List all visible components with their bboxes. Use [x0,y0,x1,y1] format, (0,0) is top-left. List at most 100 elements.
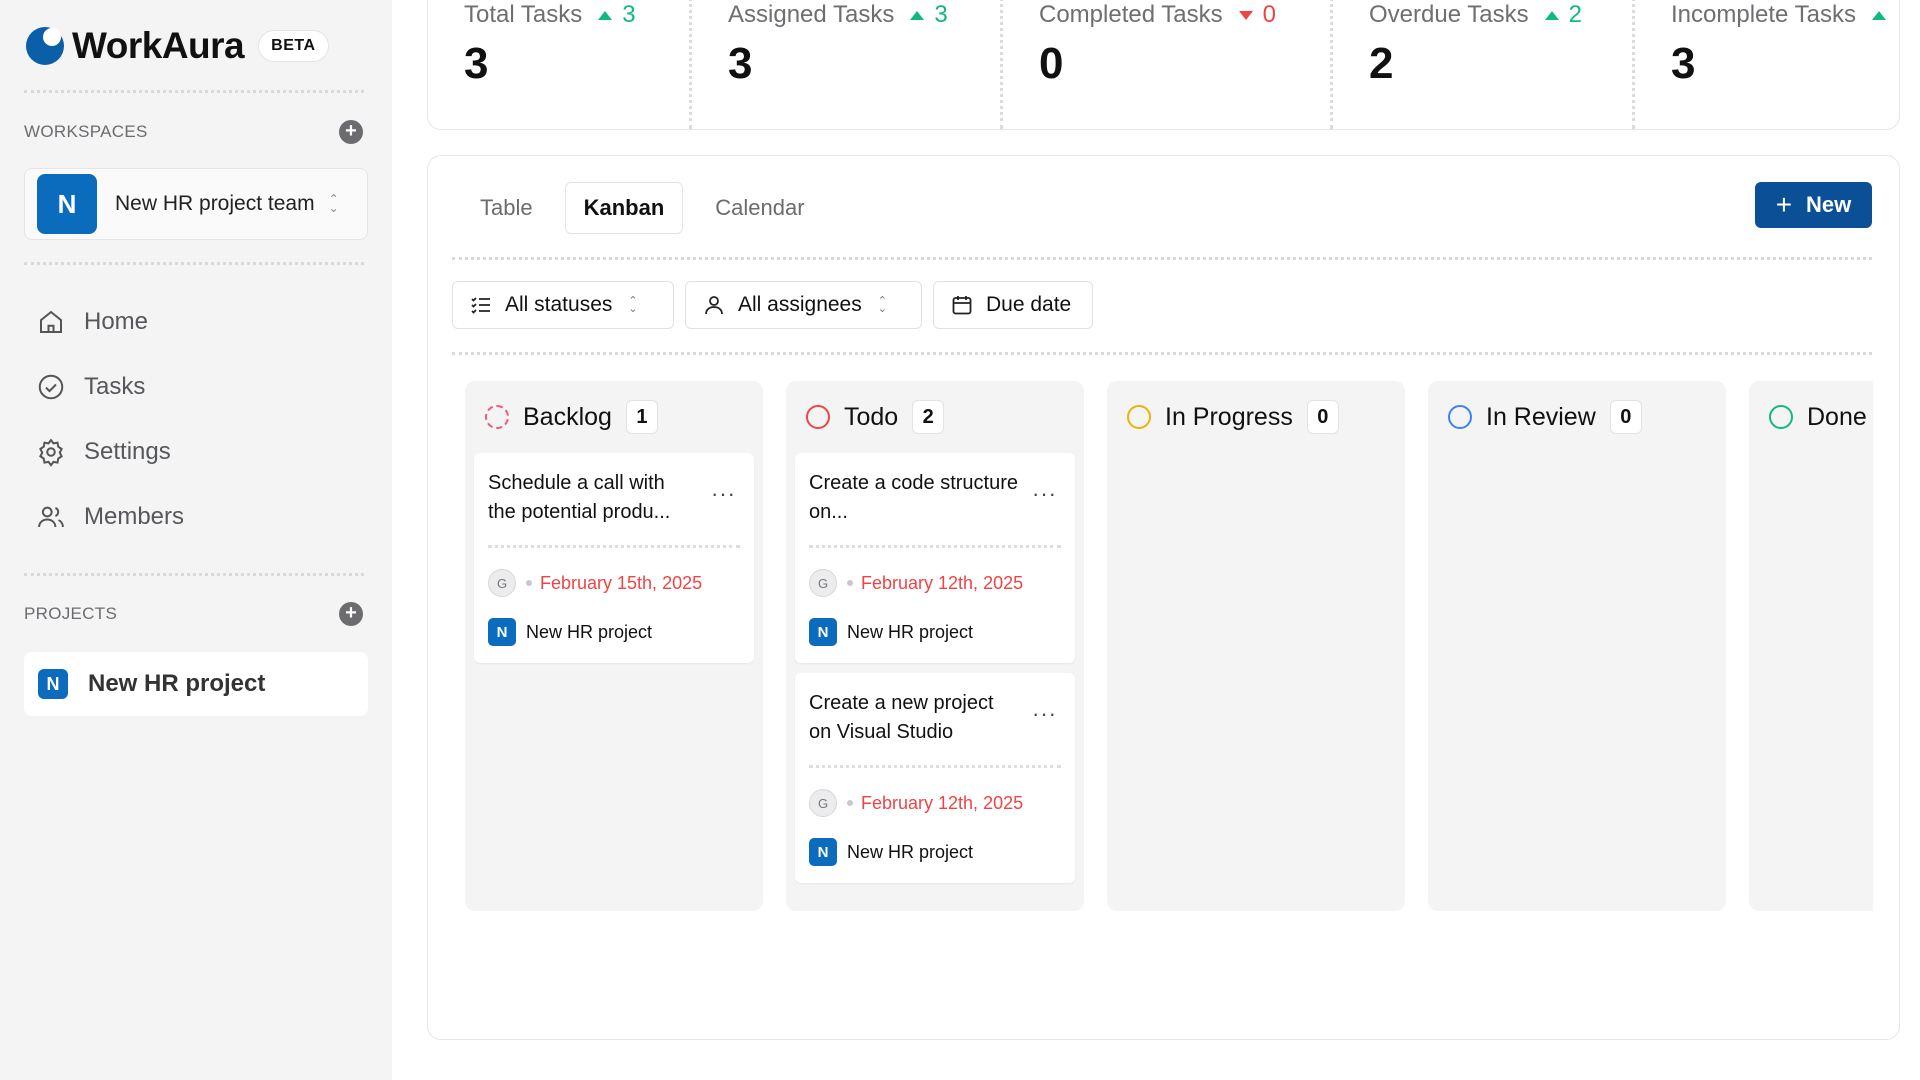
column-title: In Review [1486,402,1596,431]
sidebar-item-home[interactable]: Home [36,300,148,344]
more-options-icon[interactable]: ··· [1032,701,1057,727]
check-circle-icon [38,374,64,400]
column-title: In Progress [1165,402,1293,431]
analytics-stats: Total Tasks 3 3 Assigned Tasks 3 3 Compl… [427,0,1900,130]
workspace-switcher[interactable]: N New HR project team ⌃ ⌄ [24,168,368,240]
add-workspace-icon[interactable]: + [339,120,363,144]
due-date: February 12th, 2025 [861,572,1024,593]
workspaces-label: WORKSPACES [24,122,148,141]
workspace-avatar: N [37,174,97,234]
task-card[interactable]: Schedule a call with the potential produ… [474,453,754,663]
task-card[interactable]: Create a new project on Visual Studio ··… [795,673,1075,883]
column-count: 0 [1609,400,1642,434]
add-project-icon[interactable]: + [339,602,363,626]
tab-calendar[interactable]: Calendar [697,183,822,233]
column-title: Todo [844,402,899,431]
sidebar-item-tasks[interactable]: Tasks [36,365,145,409]
stat-label: Total Tasks [464,1,583,28]
app-root: WorkAura BETA WORKSPACES + N New HR proj… [0,0,1920,1080]
stat-value: 2 [1369,39,1394,88]
divider [24,262,364,265]
project-name: New HR project [847,621,974,642]
sidebar-item-label: Settings [84,438,171,465]
stat-assigned-tasks: Assigned Tasks 3 3 [689,0,1000,129]
stat-label: Assigned Tasks [728,1,895,28]
status-filter[interactable]: All statuses ⌃ ⌄ [452,281,674,329]
assignee-avatar: G [809,789,837,817]
sidebar-item-label: Home [84,308,149,335]
stat-completed-tasks: Completed Tasks 0 0 [1000,0,1330,129]
calendar-icon [952,296,972,315]
due-date-filter[interactable]: Due date [933,281,1093,329]
brand-logo[interactable]: WorkAura BETA [24,24,329,68]
users-icon [38,506,64,528]
new-task-button[interactable]: + New [1755,182,1872,228]
more-options-icon[interactable]: ··· [1032,481,1057,507]
task-title: Create a new project on Visual Studio [809,692,994,743]
trend-up-icon [910,10,925,20]
sidebar-item-label: Members [84,503,185,530]
assignee-avatar: G [488,569,516,597]
stat-value: 3 [464,39,489,88]
chevron-up-down-icon: ⌃ ⌄ [877,295,887,315]
tab-kanban[interactable]: Kanban [564,182,684,234]
project-name: New HR project [847,841,974,862]
stat-value: 3 [728,39,753,88]
trend-up-icon [1544,10,1559,20]
list-check-icon [471,297,490,314]
stat-label: Completed Tasks [1039,1,1223,28]
assignee-avatar: G [809,569,837,597]
column-in-progress: In Progress 0 [1107,381,1405,911]
plus-icon: + [1775,189,1793,220]
project-avatar: N [809,618,837,646]
due-date-filter-label: Due date [986,293,1072,316]
sidebar-item-settings[interactable]: Settings [36,430,171,474]
in-progress-status-icon [1127,405,1151,429]
stat-incomplete-tasks: Incomplete Tasks 3 [1632,0,1898,129]
status-filter-label: All statuses [505,293,613,316]
stat-total-tasks: Total Tasks 3 3 [428,0,689,129]
more-options-icon[interactable]: ··· [711,481,736,507]
stat-delta: 3 [910,1,948,29]
chevron-up-down-icon: ⌃ ⌄ [628,295,638,315]
workaura-logo-icon [24,25,66,67]
trend-down-icon [1238,10,1253,20]
column-in-review: In Review 0 [1428,381,1726,911]
divider [452,352,1872,355]
column-backlog: Backlog 1 Schedule a call with the poten… [465,381,763,911]
beta-badge: BETA [258,30,329,62]
todo-status-icon [806,405,830,429]
stat-label: Incomplete Tasks [1671,1,1856,28]
stat-label: Overdue Tasks [1369,1,1529,28]
dot-separator [847,800,853,806]
divider [24,90,364,93]
project-avatar: N [38,669,68,699]
column-done: Done [1749,381,1873,911]
trend-up-icon [598,10,613,20]
sidebar-project-item[interactable]: N New HR project [24,652,368,716]
due-date: February 12th, 2025 [861,792,1024,813]
assignee-filter[interactable]: All assignees ⌃ ⌄ [685,281,922,329]
done-status-icon [1769,405,1793,429]
brand-name: WorkAura [72,25,245,66]
task-title: Create a code structure on... [809,472,1018,523]
task-card[interactable]: Create a code structure on... ··· G Febr… [795,453,1075,663]
new-task-label: New [1806,192,1852,217]
stat-delta: 2 [1544,1,1582,29]
sidebar-item-label: Tasks [84,373,146,400]
assignee-filter-label: All assignees [738,293,862,316]
gear-icon [39,438,63,467]
view-tabs: Table Kanban Calendar [462,182,837,234]
column-title: Done [1807,402,1867,431]
column-count: 1 [625,400,658,434]
due-date: February 15th, 2025 [540,572,703,593]
dot-separator [526,580,532,586]
stat-delta [1871,10,1896,20]
sidebar: WorkAura BETA WORKSPACES + N New HR proj… [0,0,392,1080]
tab-table[interactable]: Table [462,183,551,233]
dot-separator [847,580,853,586]
divider [452,257,1872,260]
home-icon [40,310,62,333]
stat-overdue-tasks: Overdue Tasks 2 2 [1330,0,1632,129]
sidebar-item-members[interactable]: Members [36,495,184,539]
